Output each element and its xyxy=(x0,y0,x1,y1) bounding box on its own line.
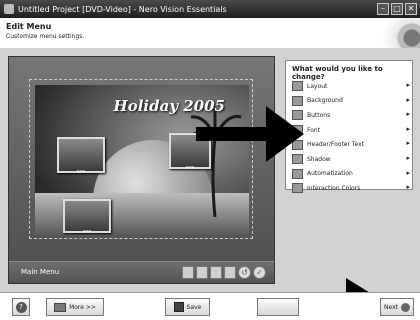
main-menu-label: Main Menu xyxy=(21,268,60,276)
floppy-disk-icon xyxy=(173,302,184,312)
minimize-icon[interactable]: – xyxy=(377,3,389,15)
save-button[interactable]: Save xyxy=(165,298,210,316)
first-page-icon[interactable] xyxy=(182,266,194,279)
chevron-right-icon: ▸ xyxy=(406,81,410,89)
main-area: Holiday 2005 ▬▬▬ ▬▬▬ ▬▬▬ Main Menu ↺ ✓ W… xyxy=(0,48,420,292)
next-page-icon[interactable] xyxy=(210,266,222,279)
chevron-right-icon: ▸ xyxy=(406,153,410,162)
option-label: Shadow xyxy=(307,155,331,163)
back-button[interactable] xyxy=(257,298,299,316)
previous-page-icon[interactable] xyxy=(196,266,208,279)
menu-button-thumbnail[interactable]: ▬▬▬ xyxy=(63,199,111,233)
option-layout[interactable]: Layout ▸ xyxy=(286,79,414,94)
preview-bottom-bar: Main Menu ↺ ✓ xyxy=(9,261,274,283)
menu-button-thumbnail[interactable]: ▬▬▬ xyxy=(57,137,105,173)
option-interaction-colors[interactable]: Interaction Colors ▸ xyxy=(286,181,414,196)
menu-preview: Holiday 2005 ▬▬▬ ▬▬▬ ▬▬▬ Main Menu ↺ ✓ xyxy=(8,56,275,284)
chevron-right-icon: ▸ xyxy=(406,139,410,148)
title-bar: Untitled Project [DVD-Video] - Nero Visi… xyxy=(0,0,420,18)
page-header: Edit Menu Customize menu settings. xyxy=(0,18,420,48)
option-label: Font xyxy=(307,126,321,134)
callout-arrow-icon xyxy=(196,106,304,162)
last-page-icon[interactable] xyxy=(224,266,236,279)
option-label: Header/Footer Text xyxy=(307,141,364,149)
confirm-icon[interactable]: ✓ xyxy=(253,266,266,279)
interaction-colors-icon xyxy=(292,183,303,194)
chevron-right-icon: ▸ xyxy=(406,183,410,192)
chevron-right-icon: ▸ xyxy=(406,168,410,177)
back-icon[interactable]: ↺ xyxy=(238,266,251,279)
window-controls: – □ ✕ xyxy=(377,3,417,15)
maximize-icon[interactable]: □ xyxy=(391,3,403,15)
next-icon xyxy=(400,302,410,312)
save-button-label: Save xyxy=(186,303,202,311)
footer-bar: ? More >> Save Next xyxy=(0,292,420,320)
window-title: Untitled Project [DVD-Video] - Nero Visi… xyxy=(18,4,227,14)
option-automatization[interactable]: Automatization ▸ xyxy=(286,167,414,182)
page-title: Edit Menu xyxy=(6,22,52,31)
more-button-label: More >> xyxy=(69,303,96,311)
menu-navigation-buttons: ↺ ✓ xyxy=(182,266,266,279)
layout-icon xyxy=(292,81,303,92)
chevron-right-icon: ▸ xyxy=(406,124,410,133)
option-label: Interaction Colors xyxy=(307,184,361,192)
page-subtitle: Customize menu settings. xyxy=(6,33,85,40)
option-label: Automatization xyxy=(307,170,353,178)
automatization-icon xyxy=(292,168,303,179)
header-disc-graphic xyxy=(340,18,420,48)
chevron-right-icon: ▸ xyxy=(406,110,410,119)
help-button[interactable]: ? xyxy=(12,298,30,316)
option-label: Layout xyxy=(307,82,328,90)
app-icon xyxy=(4,4,14,14)
option-label: Background xyxy=(307,97,343,105)
next-button[interactable]: Next xyxy=(380,298,414,316)
more-button[interactable]: More >> xyxy=(46,298,104,316)
next-button-label: Next xyxy=(384,303,398,311)
chevron-right-icon: ▸ xyxy=(406,95,410,104)
help-icon: ? xyxy=(15,301,27,313)
option-label: Buttons xyxy=(307,111,331,119)
close-icon[interactable]: ✕ xyxy=(405,3,417,15)
more-options-icon xyxy=(54,302,67,312)
